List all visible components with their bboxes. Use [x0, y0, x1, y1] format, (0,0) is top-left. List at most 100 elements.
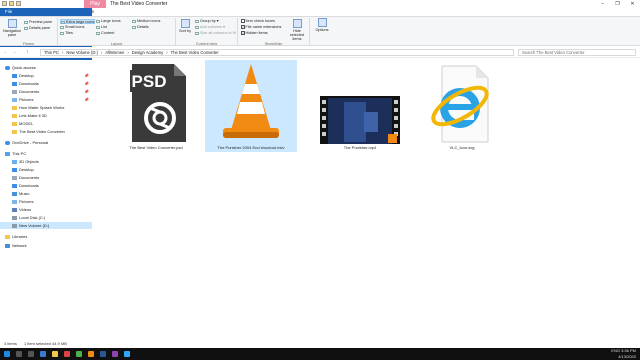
nav-desktop[interactable]: Desktop 📌 [0, 72, 92, 79]
app-icon[interactable] [64, 351, 70, 357]
size-columns-icon [195, 31, 199, 35]
nav-recent-folder[interactable]: Lets Make it 3D [0, 112, 92, 119]
layout-tiles[interactable]: Tiles [60, 31, 73, 36]
preview-pane-button[interactable]: Preview pane [24, 20, 52, 25]
nav-recent-folder[interactable]: The Best Video Converter [0, 128, 92, 135]
app-icon[interactable] [100, 351, 106, 357]
navigation-pane: Quick access Desktop 📌 Downloads 📌 Documen… [0, 60, 92, 340]
file-name-extensions-toggle[interactable]: ✓File name extensions [241, 25, 281, 30]
file-item[interactable]: PSD The Best Video Converter.psd [110, 60, 202, 152]
sort-by-button[interactable]: Sort by [178, 19, 192, 33]
add-columns-icon [195, 25, 199, 29]
size-all-columns-button[interactable]: Size all columns to fit [195, 31, 236, 36]
window-controls: – ❐ ✕ [595, 0, 640, 8]
group-by-button[interactable]: Group by ▾ [195, 19, 219, 24]
nav-pc-downloads[interactable]: Downloads [0, 182, 92, 189]
layout-list[interactable]: List [96, 25, 107, 30]
context-tab-play[interactable]: Play [84, 0, 106, 8]
desktop-icon [12, 73, 17, 78]
status-bar: 4 items 1 item selected 44.9 MB [0, 340, 640, 348]
details-pane-icon [24, 26, 28, 30]
nav-new-volume-d[interactable]: New Volume (D:) [0, 222, 92, 229]
navigation-pane-button[interactable]: Navigation pane [2, 19, 22, 37]
star-icon [5, 65, 10, 70]
sort-icon [180, 19, 190, 28]
window-title: The Best Video Converter [110, 1, 168, 7]
quick-access-toolbar [2, 1, 21, 7]
breadcrumb-design-academy[interactable]: Design Academy [132, 50, 163, 55]
desktop-icon [12, 167, 17, 172]
breadcrumb-this-pc[interactable]: This PC [44, 50, 59, 55]
app-icon[interactable] [76, 351, 82, 357]
nav-downloads[interactable]: Downloads 📌 [0, 80, 92, 87]
options-icon [317, 18, 327, 27]
save-icon[interactable] [9, 1, 14, 6]
file-item[interactable]: The Punisher.mp4 [314, 60, 406, 152]
language-indicator[interactable]: ENG [611, 348, 620, 353]
file-item[interactable]: The Punisher 2004 End shootout.mkv [205, 60, 297, 152]
nav-libraries[interactable]: Libraries [0, 233, 92, 240]
hidden-items-toggle[interactable]: ✓Hidden items [241, 31, 268, 36]
file-item[interactable]: VLC_Icon.svg [416, 60, 508, 152]
nav-pc-documents[interactable]: Documents [0, 174, 92, 181]
layout-medium-icons[interactable]: Medium icons [132, 19, 160, 24]
breadcrumb-allwomen[interactable]: AllWomen [105, 50, 124, 55]
up-button[interactable]: ↑ [26, 49, 29, 55]
item-check-boxes-toggle[interactable]: Item check boxes [241, 19, 275, 24]
search-icon[interactable] [16, 351, 22, 357]
task-view-icon[interactable] [28, 351, 34, 357]
nav-3d-objects[interactable]: 3D Objects [0, 158, 92, 165]
nav-local-disk-c[interactable]: Local Disk (C:) [0, 214, 92, 221]
hide-items-icon [292, 19, 302, 28]
nav-videos[interactable]: Videos [0, 206, 92, 213]
clock-date[interactable]: 4/13/2020 [618, 354, 636, 359]
photoshop-icon[interactable] [124, 351, 130, 357]
nav-network[interactable]: Network [0, 242, 92, 249]
new-folder-icon[interactable] [16, 1, 21, 6]
clock-time[interactable]: 3:36 PM [621, 348, 636, 353]
maximize-button[interactable]: ❐ [610, 0, 625, 8]
app-icon[interactable] [112, 351, 118, 357]
add-columns-button[interactable]: Add columns ▾ [195, 25, 225, 30]
nav-documents[interactable]: Documents 📌 [0, 88, 92, 95]
layout-content[interactable]: Content [96, 31, 114, 36]
start-icon[interactable] [4, 351, 10, 357]
list-icon [96, 25, 100, 29]
selection-size: 44.9 MB [52, 341, 67, 346]
layout-large-icons[interactable]: Large icons [96, 19, 121, 24]
layout-small-icons[interactable]: Small icons [60, 25, 84, 30]
address-bar[interactable]: This PC › New Volume (D:) › AllWomen › Desi… [40, 49, 514, 56]
breadcrumb-best-video-converter[interactable]: The Best Video Converter [171, 50, 219, 55]
file-explorer-icon[interactable] [52, 351, 58, 357]
breadcrumb-new-volume[interactable]: New Volume (D:) [66, 50, 98, 55]
layout-details[interactable]: Details [132, 25, 149, 30]
nav-pc-pictures[interactable]: Pictures [0, 198, 92, 205]
nav-recent-folder[interactable]: How Water Splash Works [0, 104, 92, 111]
large-icons-icon [96, 19, 100, 23]
back-button[interactable]: ← [3, 49, 8, 55]
minimize-button[interactable]: – [595, 0, 610, 8]
cube-icon [12, 159, 17, 164]
psd-file-icon: PSD [130, 64, 186, 142]
options-button[interactable]: Options [314, 18, 330, 32]
nav-onedrive[interactable]: OneDrive - Personal [0, 139, 92, 146]
show-hide-group: Item check boxes ✓File name extensions ✓… [238, 18, 310, 46]
nav-this-pc[interactable]: This PC [0, 150, 92, 157]
checkbox-checked-icon: ✓ [241, 25, 245, 30]
nav-recent-folder[interactable]: MODEL [0, 120, 92, 127]
nav-quick-access[interactable]: Quick access [0, 64, 92, 71]
forward-button[interactable]: → [12, 49, 17, 55]
video-thumbnail-icon [320, 96, 400, 148]
system-tray[interactable]: ENG 3:36 PM 4/13/2020 [611, 348, 636, 360]
layout-extra-large-icons[interactable]: Extra large icons [60, 19, 96, 24]
hide-selected-items-button[interactable]: Hide selected items [286, 19, 308, 41]
nav-pc-desktop[interactable]: Desktop [0, 166, 92, 173]
search-input[interactable]: Search The Best Video Converter [518, 49, 636, 56]
edge-icon[interactable] [40, 351, 46, 357]
nav-pictures[interactable]: Pictures 📌 [0, 96, 92, 103]
vlc-icon[interactable] [88, 351, 94, 357]
folder-icon[interactable] [2, 1, 7, 6]
details-pane-button[interactable]: Details pane [24, 26, 50, 31]
nav-music[interactable]: Music [0, 190, 92, 197]
close-button[interactable]: ✕ [625, 0, 640, 8]
